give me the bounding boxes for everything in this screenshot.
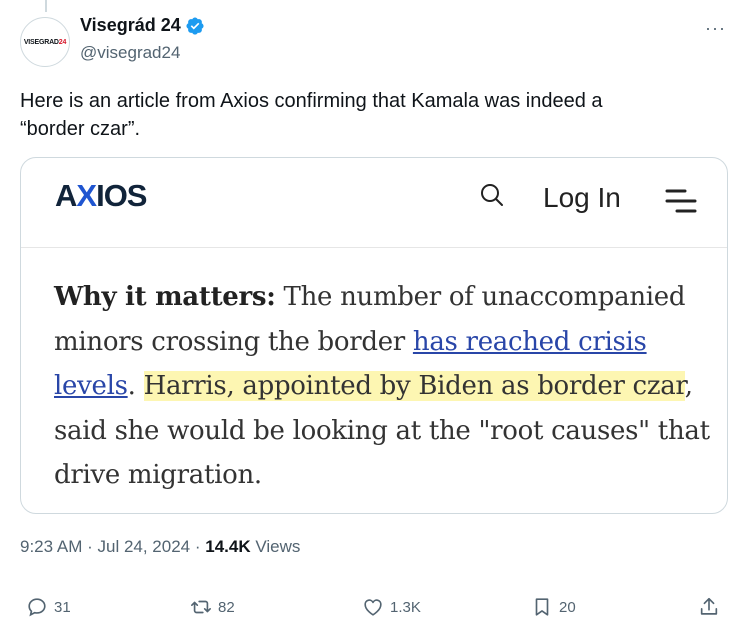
bookmark-button[interactable]: 20 (531, 596, 576, 618)
thread-connector-line (45, 0, 47, 12)
tweet-text: Here is an article from Axios confirming… (20, 90, 603, 140)
article-lead: Why it matters: (54, 282, 276, 312)
heart-icon (364, 599, 382, 616)
bookmark-icon (535, 598, 549, 616)
tweet-meta: 9:23 AM · Jul 24, 2024 · 14.4K Views (20, 537, 301, 556)
article-excerpt: Why it matters: The number of unaccompan… (54, 282, 710, 490)
repost-icon (191, 600, 211, 614)
axios-header: AXIOS Log In (21, 158, 727, 248)
reply-count: 31 (54, 598, 71, 616)
avatar[interactable]: VISEGRAD24 (20, 17, 70, 67)
verified-badge-icon (186, 16, 204, 35)
embedded-article-image[interactable]: AXIOS Log In Why it matters: The number … (20, 157, 728, 514)
repost-button[interactable]: 82 (190, 596, 235, 618)
bookmark-count: 20 (559, 598, 576, 616)
share-icon (700, 597, 718, 615)
more-options-icon[interactable]: ··· (705, 18, 726, 39)
login-link: Log In (543, 182, 621, 213)
author-name-row: Visegrád 24 (80, 15, 205, 36)
axios-logo: AXIOS (55, 178, 147, 213)
like-count: 1.3K (390, 598, 421, 616)
search-icon (481, 184, 503, 206)
author-handle[interactable]: @visegrad24 (80, 43, 180, 63)
tweet-date[interactable]: Jul 24, 2024 (97, 537, 190, 556)
views-count: 14.4K (205, 537, 251, 556)
reply-button[interactable]: 31 (26, 596, 71, 618)
like-button[interactable]: 1.3K (362, 596, 421, 618)
share-button[interactable] (698, 596, 726, 618)
article-highlight: Harris, appointed by Biden as border cza… (143, 371, 685, 401)
views-label: Views (250, 537, 301, 556)
action-bar: 31 82 1.3K 20 (0, 590, 748, 630)
repost-count: 82 (218, 598, 235, 616)
reply-icon (28, 598, 46, 617)
menu-icon (665, 189, 697, 213)
avatar-logo-text: VISEGRAD24 (23, 38, 67, 46)
tweet-time[interactable]: 9:23 AM (20, 537, 82, 556)
author-display-name[interactable]: Visegrád 24 (80, 15, 181, 36)
